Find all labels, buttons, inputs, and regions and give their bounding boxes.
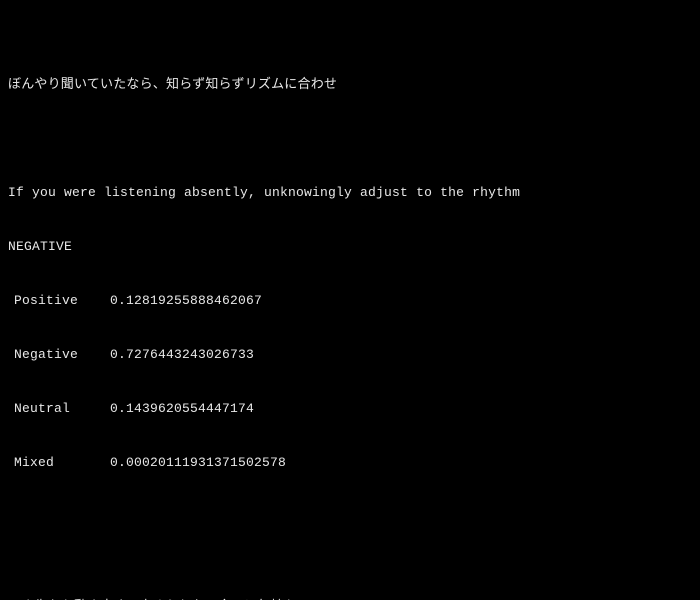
score-row-neutral: Neutral 0.1439620554447174 [8, 400, 692, 418]
blank-line [8, 130, 692, 148]
score-row-negative: Negative 0.7276443243026733 [8, 346, 692, 364]
score-label: Positive [8, 292, 110, 310]
score-label: Mixed [8, 454, 110, 472]
terminal-output: ぼんやり聞いていたなら、知らず知らずリズムに合わせ If you were li… [0, 0, 700, 600]
score-label: Negative [8, 346, 110, 364]
score-row-mixed: Mixed 0.00020111931371502578 [8, 454, 692, 472]
translated-text-en: If you were listening absently, unknowin… [8, 184, 692, 202]
score-value: 0.00020111931371502578 [110, 454, 692, 472]
blank-line [8, 508, 692, 526]
sentiment-overall: NEGATIVE [8, 238, 692, 256]
source-text-jp: ぼんやり聞いていたなら、知らず知らずリズムに合わせ [8, 76, 692, 94]
score-value: 0.1439620554447174 [110, 400, 692, 418]
score-value: 0.7276443243026733 [110, 346, 692, 364]
score-row-positive: Positive 0.12819255888462067 [8, 292, 692, 310]
score-value: 0.12819255888462067 [110, 292, 692, 310]
score-label: Neutral [8, 400, 110, 418]
